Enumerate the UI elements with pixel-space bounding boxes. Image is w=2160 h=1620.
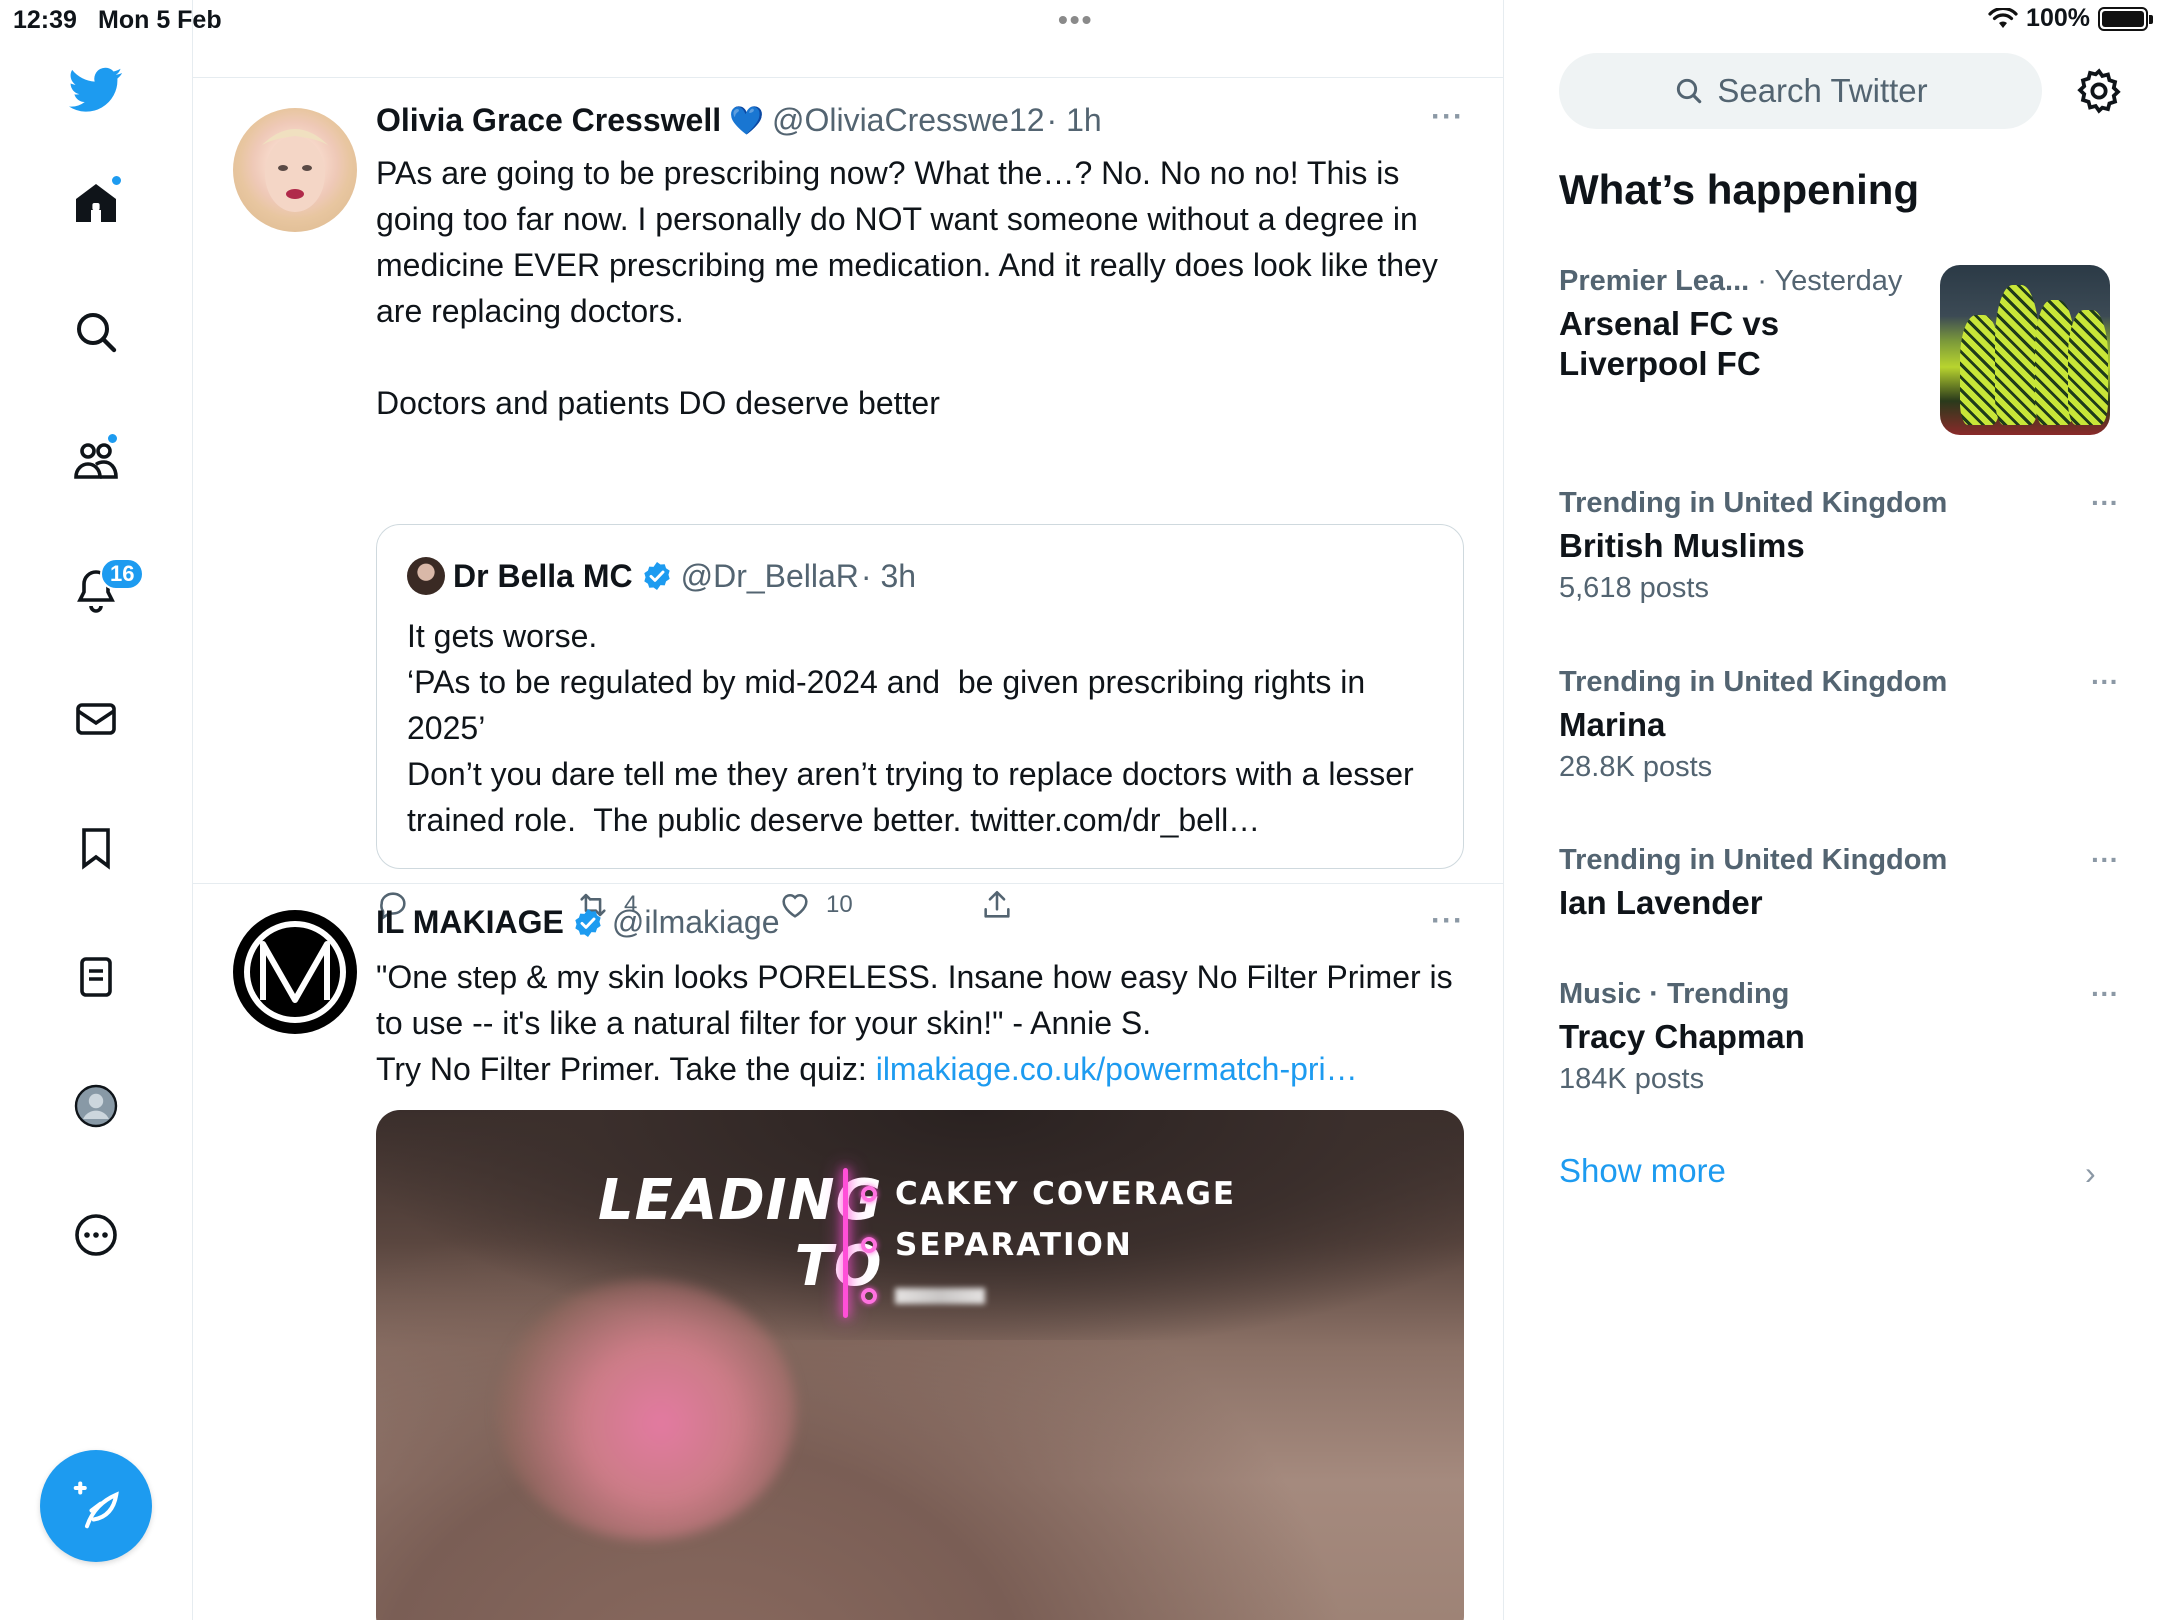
profile-avatar-icon[interactable] bbox=[67, 1077, 125, 1135]
media-word-to: TO bbox=[794, 1234, 883, 1299]
battery-percent: 100% bbox=[2026, 4, 2090, 32]
chevron-right-icon[interactable]: › bbox=[2085, 1155, 2096, 1192]
trend-title: Tracy Chapman bbox=[1559, 1018, 1805, 1055]
verified-badge-icon bbox=[575, 908, 601, 937]
media-caption-leading: LEADING TO bbox=[598, 1168, 882, 1300]
media-bullet-text: CAKEY COVERAGE bbox=[895, 1175, 1237, 1212]
whats-happening-heading: What’s happening bbox=[1559, 166, 1920, 213]
search-input[interactable]: Search Twitter bbox=[1559, 53, 2042, 129]
trend-category: Trending in United Kingdom bbox=[1559, 666, 1948, 698]
promoted-tweet[interactable]: IL MAKIAGE @ilmakiage ··· "One step & my… bbox=[193, 884, 1503, 1620]
more-options-icon[interactable] bbox=[67, 1206, 125, 1264]
cropped-previous-tweet bbox=[193, 0, 1503, 78]
trend-category: Premier Lea... bbox=[1559, 265, 1750, 297]
trend-more-icon[interactable]: ··· bbox=[2091, 666, 2119, 698]
blue-heart-icon: 💙 bbox=[729, 105, 764, 136]
media-bullet: CAKEY COVERAGE bbox=[861, 1168, 1236, 1219]
trend-category: Trending in United Kingdom bbox=[1559, 844, 1948, 876]
media-bullet bbox=[861, 1270, 1236, 1321]
tweet-header: Olivia Grace Cresswell 💙 @OliviaCresswe1… bbox=[376, 102, 1102, 139]
ilmakiage-logo-avatar[interactable] bbox=[233, 910, 357, 1034]
trend-category: Music · Trending bbox=[1559, 978, 1790, 1010]
media-bullet-list: CAKEY COVERAGE SEPARATION bbox=[861, 1168, 1236, 1321]
quoted-author-handle: @Dr_BellaR bbox=[680, 557, 859, 594]
notifications-badge: 16 bbox=[100, 558, 145, 590]
bullet-ring-icon bbox=[861, 1287, 877, 1304]
quoted-tweet[interactable]: Dr Bella MC @Dr_BellaR · 3h It gets wors… bbox=[376, 524, 1464, 869]
show-more-link[interactable]: Show more bbox=[1559, 1152, 1726, 1190]
twitter-logo-icon[interactable] bbox=[67, 60, 125, 118]
status-right: 100% bbox=[1988, 4, 2153, 33]
search-icon[interactable] bbox=[67, 303, 125, 361]
trend-post-count: 28.8K posts bbox=[1559, 751, 1713, 783]
home-unread-dot bbox=[110, 174, 123, 187]
trend-meta: Premier Lea... · Yesterday bbox=[1559, 265, 1929, 298]
bullet-ring-icon bbox=[861, 1236, 877, 1253]
tweet-time[interactable]: · 1h bbox=[1047, 102, 1102, 139]
quoted-author-name: Dr Bella MC bbox=[453, 557, 633, 594]
compose-tweet-button[interactable] bbox=[40, 1450, 152, 1562]
quoted-tweet-time: · 3h bbox=[860, 557, 917, 594]
wifi-icon bbox=[1988, 7, 2018, 28]
tweet-author-name[interactable]: IL MAKIAGE bbox=[376, 904, 564, 941]
tweet-author-handle[interactable]: @ilmakiage bbox=[612, 904, 780, 941]
trend-item[interactable]: Trending in United Kingdom Ian Lavender … bbox=[1559, 844, 2119, 923]
trend-post-count: 5,618 posts bbox=[1559, 572, 1709, 604]
communities-icon[interactable] bbox=[67, 432, 125, 490]
quoted-tweet-header: Dr Bella MC @Dr_BellaR · 3h bbox=[407, 557, 916, 595]
tweet-author-avatar[interactable] bbox=[233, 108, 357, 232]
trend-category: Trending in United Kingdom bbox=[1559, 487, 1948, 519]
lists-icon[interactable] bbox=[67, 948, 125, 1006]
trend-time: · Yesterday bbox=[1757, 265, 1903, 297]
tweet[interactable]: Olivia Grace Cresswell 💙 @OliviaCresswe1… bbox=[193, 78, 1503, 921]
tweet-author-name[interactable]: Olivia Grace Cresswell bbox=[376, 102, 721, 139]
media-blur bbox=[496, 1280, 796, 1540]
settings-gear-icon[interactable] bbox=[2074, 66, 2124, 116]
bookmarks-icon[interactable] bbox=[67, 819, 125, 877]
tweet-more-icon[interactable]: ··· bbox=[1431, 904, 1464, 938]
trend-title: Ian Lavender bbox=[1559, 884, 1763, 921]
trend-item[interactable]: Trending in United Kingdom Marina 28.8K … bbox=[1559, 666, 2119, 784]
trend-title: Arsenal FC vs Liverpool FC bbox=[1559, 305, 1780, 382]
trend-thumbnail-image[interactable] bbox=[1940, 265, 2110, 435]
trend-item[interactable]: Trending in United Kingdom British Musli… bbox=[1559, 487, 2119, 605]
neon-divider bbox=[843, 1168, 848, 1318]
trend-title: Marina bbox=[1559, 706, 1666, 743]
battery-icon bbox=[2098, 6, 2153, 31]
tweet-video-media[interactable]: LEADING TO CAKEY COVERAGE SEPARATION bbox=[376, 1110, 1464, 1620]
messages-mail-icon[interactable] bbox=[67, 690, 125, 748]
media-word-leading: LEADING bbox=[598, 1168, 883, 1233]
trend-item[interactable]: Music · Trending Tracy Chapman 184K post… bbox=[1559, 978, 2119, 1096]
communities-unread-dot bbox=[106, 432, 119, 445]
media-bullet-blurred bbox=[895, 1287, 985, 1304]
tweet-author-handle[interactable]: @OliviaCresswe12 bbox=[772, 102, 1045, 139]
tweet-text: "One step & my skin looks PORELESS. Insa… bbox=[376, 954, 1466, 1092]
timeline: Olivia Grace Cresswell 💙 @OliviaCresswe1… bbox=[193, 0, 1504, 1620]
trend-more-icon[interactable]: ··· bbox=[2091, 487, 2119, 519]
trend-item[interactable]: Premier Lea... · Yesterday Arsenal FC vs… bbox=[1559, 265, 1929, 384]
media-bullet-text: SEPARATION bbox=[895, 1226, 1133, 1263]
tweet-more-icon[interactable]: ··· bbox=[1431, 100, 1464, 134]
home-icon[interactable] bbox=[67, 174, 125, 232]
quoted-tweet-text: It gets worse. ‘PAs to be regulated by m… bbox=[407, 618, 1414, 838]
search-icon bbox=[1677, 78, 1702, 104]
trend-post-count: 184K posts bbox=[1559, 1063, 1705, 1095]
trend-more-icon[interactable]: ··· bbox=[2091, 978, 2119, 1010]
search-placeholder: Search Twitter bbox=[1717, 72, 1928, 109]
tweet-header: IL MAKIAGE @ilmakiage bbox=[376, 904, 780, 941]
tweet-text: PAs are going to be prescribing now? Wha… bbox=[376, 155, 1438, 421]
trend-more-icon[interactable]: ··· bbox=[2091, 844, 2119, 876]
media-bullet: SEPARATION bbox=[861, 1219, 1236, 1270]
quoted-author-avatar bbox=[407, 557, 445, 595]
tweet-link[interactable]: ilmakiage.co.uk/powermatch-pri… bbox=[876, 1051, 1358, 1087]
trend-title: British Muslims bbox=[1559, 527, 1805, 564]
compose-feather-icon bbox=[73, 1481, 119, 1529]
left-nav: 16 bbox=[0, 0, 193, 1620]
bullet-ring-icon bbox=[861, 1185, 877, 1202]
verified-badge-icon bbox=[643, 562, 670, 590]
